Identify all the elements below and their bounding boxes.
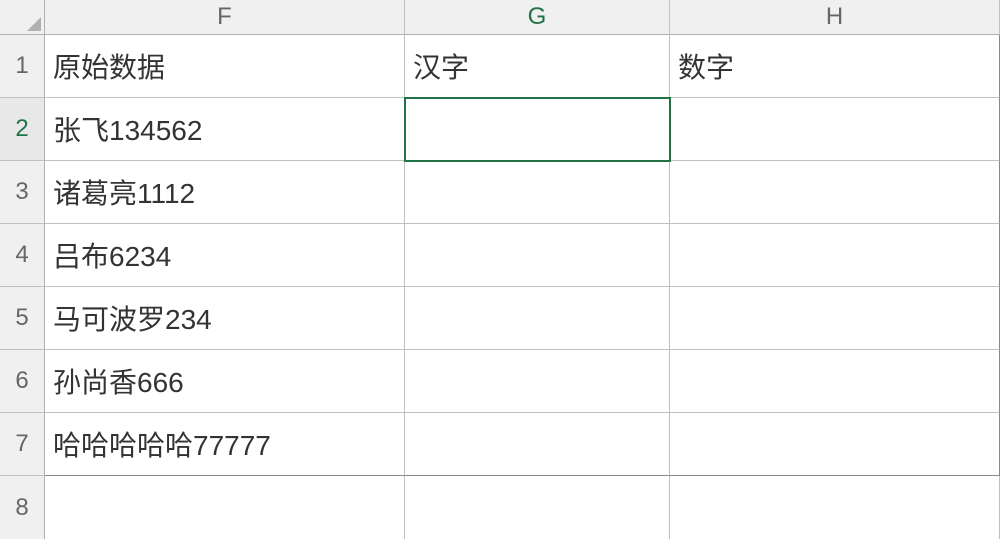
cell-G7[interactable]	[405, 413, 670, 476]
cell-F5[interactable]: 马可波罗234	[45, 287, 405, 350]
spreadsheet-grid[interactable]: F G H 1 原始数据 汉字 数字 2 张飞134562 3 诸葛亮1112 …	[0, 0, 1003, 539]
row-header-3[interactable]: 3	[0, 161, 45, 224]
cell-H5[interactable]	[670, 287, 1000, 350]
cell-F8[interactable]	[45, 476, 405, 539]
cell-H3[interactable]	[670, 161, 1000, 224]
cell-H1[interactable]: 数字	[670, 35, 1000, 98]
cell-H6[interactable]	[670, 350, 1000, 413]
cell-H2[interactable]	[670, 98, 1000, 161]
cell-F6[interactable]: 孙尚香666	[45, 350, 405, 413]
cell-G4[interactable]	[405, 224, 670, 287]
cell-G5[interactable]	[405, 287, 670, 350]
cell-G1[interactable]: 汉字	[405, 35, 670, 98]
cell-G6[interactable]	[405, 350, 670, 413]
col-header-G[interactable]: G	[405, 0, 670, 35]
col-header-F[interactable]: F	[45, 0, 405, 35]
row-header-1[interactable]: 1	[0, 35, 45, 98]
cell-F3[interactable]: 诸葛亮1112	[45, 161, 405, 224]
row-header-6[interactable]: 6	[0, 350, 45, 413]
cell-G8[interactable]	[405, 476, 670, 539]
row-header-5[interactable]: 5	[0, 287, 45, 350]
cell-F2[interactable]: 张飞134562	[45, 98, 405, 161]
cell-F7[interactable]: 哈哈哈哈哈77777	[45, 413, 405, 476]
row-header-8[interactable]: 8	[0, 476, 45, 539]
cell-G2[interactable]	[405, 98, 670, 161]
row-header-2[interactable]: 2	[0, 98, 45, 161]
select-all-corner[interactable]	[0, 0, 45, 35]
row-header-4[interactable]: 4	[0, 224, 45, 287]
cell-H4[interactable]	[670, 224, 1000, 287]
cell-F4[interactable]: 吕布6234	[45, 224, 405, 287]
cell-H8[interactable]	[670, 476, 1000, 539]
cell-H7[interactable]	[670, 413, 1000, 476]
col-header-H[interactable]: H	[670, 0, 1000, 35]
cell-G3[interactable]	[405, 161, 670, 224]
row-header-7[interactable]: 7	[0, 413, 45, 476]
cell-F1[interactable]: 原始数据	[45, 35, 405, 98]
